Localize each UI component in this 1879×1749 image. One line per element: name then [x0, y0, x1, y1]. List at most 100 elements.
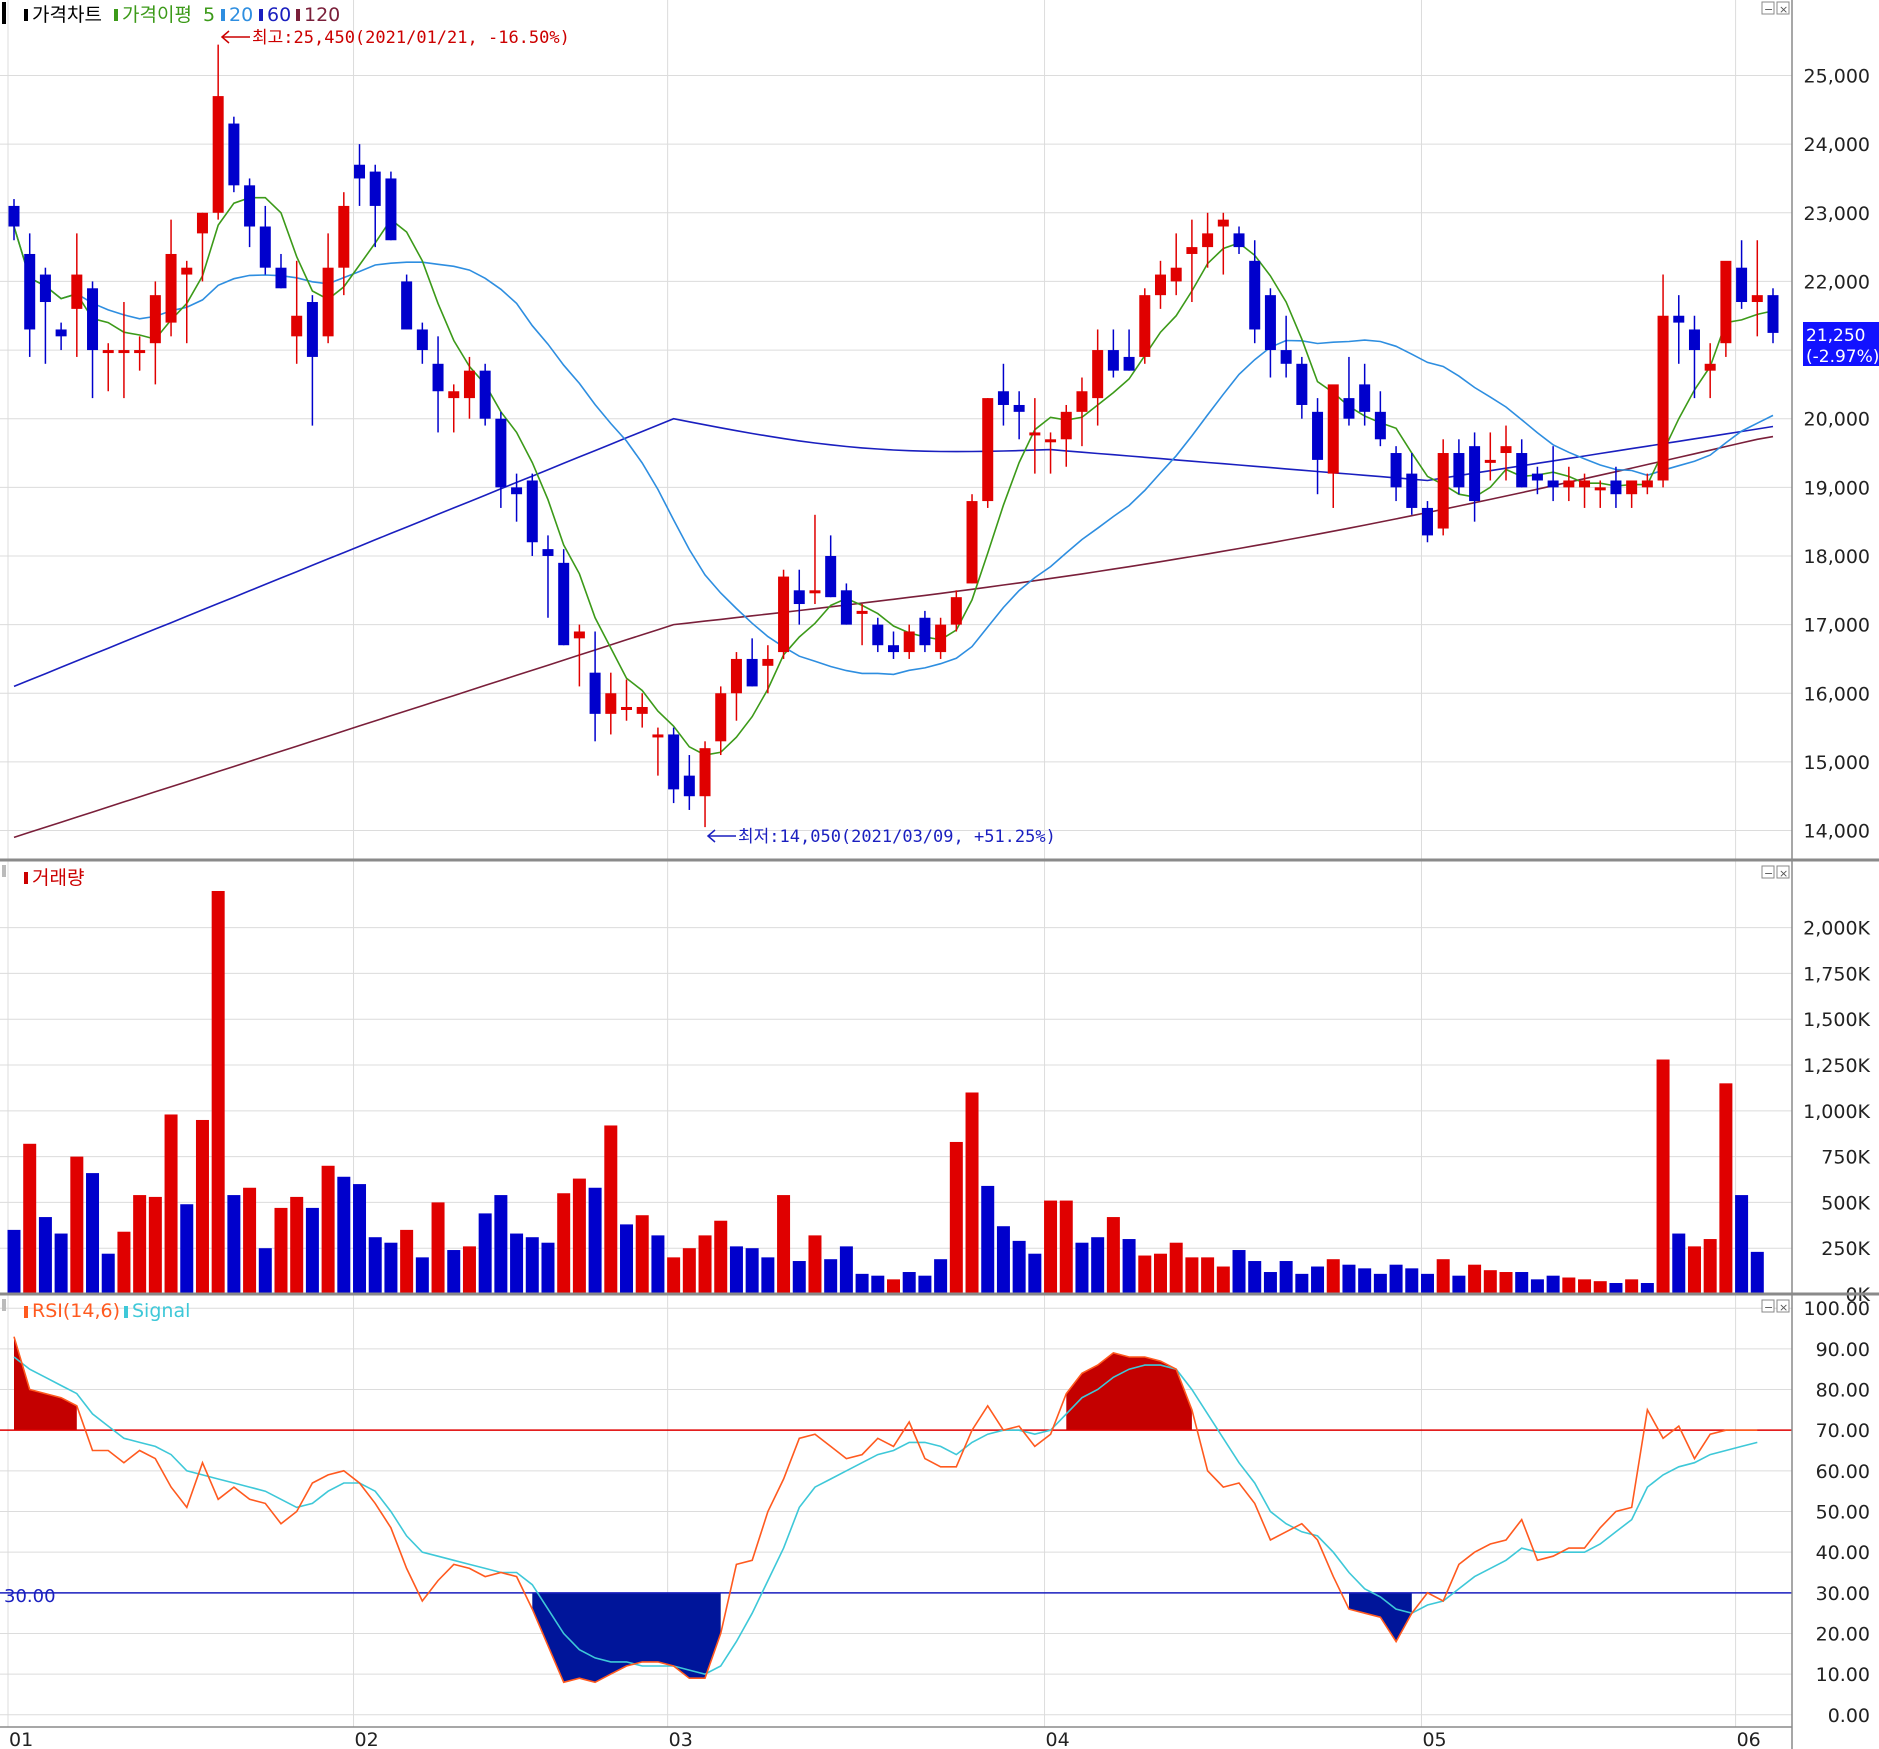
legend-ma60[interactable]: 60	[267, 4, 291, 26]
volume-bar[interactable]	[54, 1233, 68, 1294]
volume-bar[interactable]	[101, 1253, 115, 1294]
volume-bar[interactable]	[1295, 1273, 1309, 1294]
candle[interactable]	[966, 494, 978, 584]
volume-bar[interactable]	[400, 1229, 414, 1294]
volume-bar[interactable]	[1546, 1275, 1560, 1294]
volume-bar[interactable]	[745, 1248, 759, 1294]
volume-bar[interactable]	[7, 1229, 21, 1294]
volume-bar[interactable]	[588, 1187, 602, 1294]
volume-bar[interactable]	[557, 1193, 571, 1294]
volume-bar[interactable]	[86, 1173, 100, 1294]
volume-bar[interactable]	[604, 1125, 618, 1294]
volume-bar[interactable]	[808, 1235, 822, 1294]
volume-bar[interactable]	[541, 1242, 555, 1294]
volume-bar[interactable]	[792, 1261, 806, 1294]
volume-bar[interactable]	[824, 1259, 838, 1294]
volume-bar[interactable]	[274, 1207, 288, 1294]
volume-bar[interactable]	[510, 1233, 524, 1294]
volume-bar[interactable]	[667, 1257, 681, 1294]
candle[interactable]	[982, 398, 994, 508]
volume-bar[interactable]	[1687, 1246, 1701, 1294]
volume-bar[interactable]	[133, 1195, 147, 1294]
volume-bar[interactable]	[525, 1237, 539, 1294]
volume-bar[interactable]	[1075, 1242, 1089, 1294]
volume-bar[interactable]	[321, 1165, 335, 1294]
volume-bar[interactable]	[918, 1275, 932, 1294]
candle[interactable]	[228, 116, 240, 193]
volume-bar[interactable]	[1672, 1233, 1686, 1294]
legend-ma20[interactable]: 20	[229, 4, 253, 26]
volume-bar[interactable]	[1499, 1272, 1513, 1294]
volume-bar[interactable]	[1279, 1261, 1293, 1294]
volume-bar[interactable]	[1640, 1283, 1654, 1294]
volume-bar[interactable]	[1593, 1281, 1607, 1294]
volume-bar[interactable]	[902, 1272, 916, 1294]
volume-bar[interactable]	[290, 1196, 304, 1294]
volume-bar[interactable]	[698, 1235, 712, 1294]
volume-bar[interactable]	[70, 1156, 84, 1294]
volume-bar[interactable]	[855, 1273, 869, 1294]
volume-bar[interactable]	[965, 1092, 979, 1294]
volume-bar[interactable]	[384, 1242, 398, 1294]
volume-bar[interactable]	[1405, 1268, 1419, 1294]
volume-bar[interactable]	[1138, 1255, 1152, 1294]
legend-price-chart[interactable]: 가격차트	[32, 4, 102, 26]
volume-bar[interactable]	[305, 1207, 319, 1294]
volume-bar[interactable]	[1420, 1273, 1434, 1294]
volume-bar[interactable]	[682, 1248, 696, 1294]
volume-bar[interactable]	[1703, 1239, 1717, 1294]
volume-bar[interactable]	[1530, 1279, 1544, 1294]
volume-bar[interactable]	[1468, 1264, 1482, 1294]
volume-bar[interactable]	[368, 1237, 382, 1294]
volume-bar[interactable]	[1609, 1283, 1623, 1294]
volume-bar[interactable]	[1483, 1270, 1497, 1294]
candle[interactable]	[479, 363, 491, 426]
volume-bar[interactable]	[117, 1231, 131, 1294]
legend-signal[interactable]: Signal	[132, 1300, 190, 1322]
volume-bar[interactable]	[1656, 1059, 1670, 1294]
candle[interactable]	[401, 274, 413, 330]
candle[interactable]	[385, 171, 397, 241]
volume-bar[interactable]	[1012, 1240, 1026, 1294]
volume-bar[interactable]	[1358, 1268, 1372, 1294]
volume-bar[interactable]	[1625, 1279, 1639, 1294]
volume-bar[interactable]	[243, 1187, 257, 1294]
volume-bar[interactable]	[1719, 1083, 1733, 1294]
volume-bar[interactable]	[38, 1217, 52, 1294]
volume-bar[interactable]	[478, 1213, 492, 1294]
volume-bar[interactable]	[1389, 1264, 1403, 1294]
volume-bar[interactable]	[714, 1220, 728, 1294]
candle[interactable]	[1437, 439, 1449, 536]
candle[interactable]	[778, 569, 790, 659]
volume-bar[interactable]	[1059, 1200, 1073, 1294]
volume-bar[interactable]	[431, 1202, 445, 1294]
volume-bar[interactable]	[494, 1195, 508, 1294]
legend-volume[interactable]: 거래량	[32, 867, 84, 889]
volume-bar[interactable]	[1122, 1239, 1136, 1294]
volume-bar[interactable]	[981, 1185, 995, 1294]
volume-bar[interactable]	[1028, 1253, 1042, 1294]
volume-bar[interactable]	[1091, 1237, 1105, 1294]
volume-bar[interactable]	[1342, 1264, 1356, 1294]
volume-bar[interactable]	[337, 1176, 351, 1294]
volume-bar[interactable]	[996, 1226, 1010, 1294]
volume-bar[interactable]	[1044, 1200, 1058, 1294]
volume-bar[interactable]	[777, 1195, 791, 1294]
volume-bar[interactable]	[1735, 1195, 1749, 1294]
legend-ma5[interactable]: 5	[203, 4, 215, 26]
volume-bar[interactable]	[447, 1250, 461, 1294]
volume-bar[interactable]	[195, 1119, 209, 1294]
volume-bar[interactable]	[1185, 1257, 1199, 1294]
volume-bar[interactable]	[1326, 1259, 1340, 1294]
volume-bar[interactable]	[1578, 1279, 1592, 1294]
legend-ma-label[interactable]: 가격이평	[122, 4, 192, 26]
candle[interactable]	[1720, 260, 1732, 357]
volume-bar[interactable]	[1153, 1253, 1167, 1294]
volume-bar[interactable]	[572, 1178, 586, 1294]
volume-bar[interactable]	[1106, 1217, 1120, 1294]
volume-bar[interactable]	[211, 890, 225, 1294]
volume-bar[interactable]	[148, 1196, 162, 1294]
volume-bar[interactable]	[164, 1114, 178, 1294]
volume-bar[interactable]	[1248, 1261, 1262, 1294]
volume-bar[interactable]	[1436, 1259, 1450, 1294]
